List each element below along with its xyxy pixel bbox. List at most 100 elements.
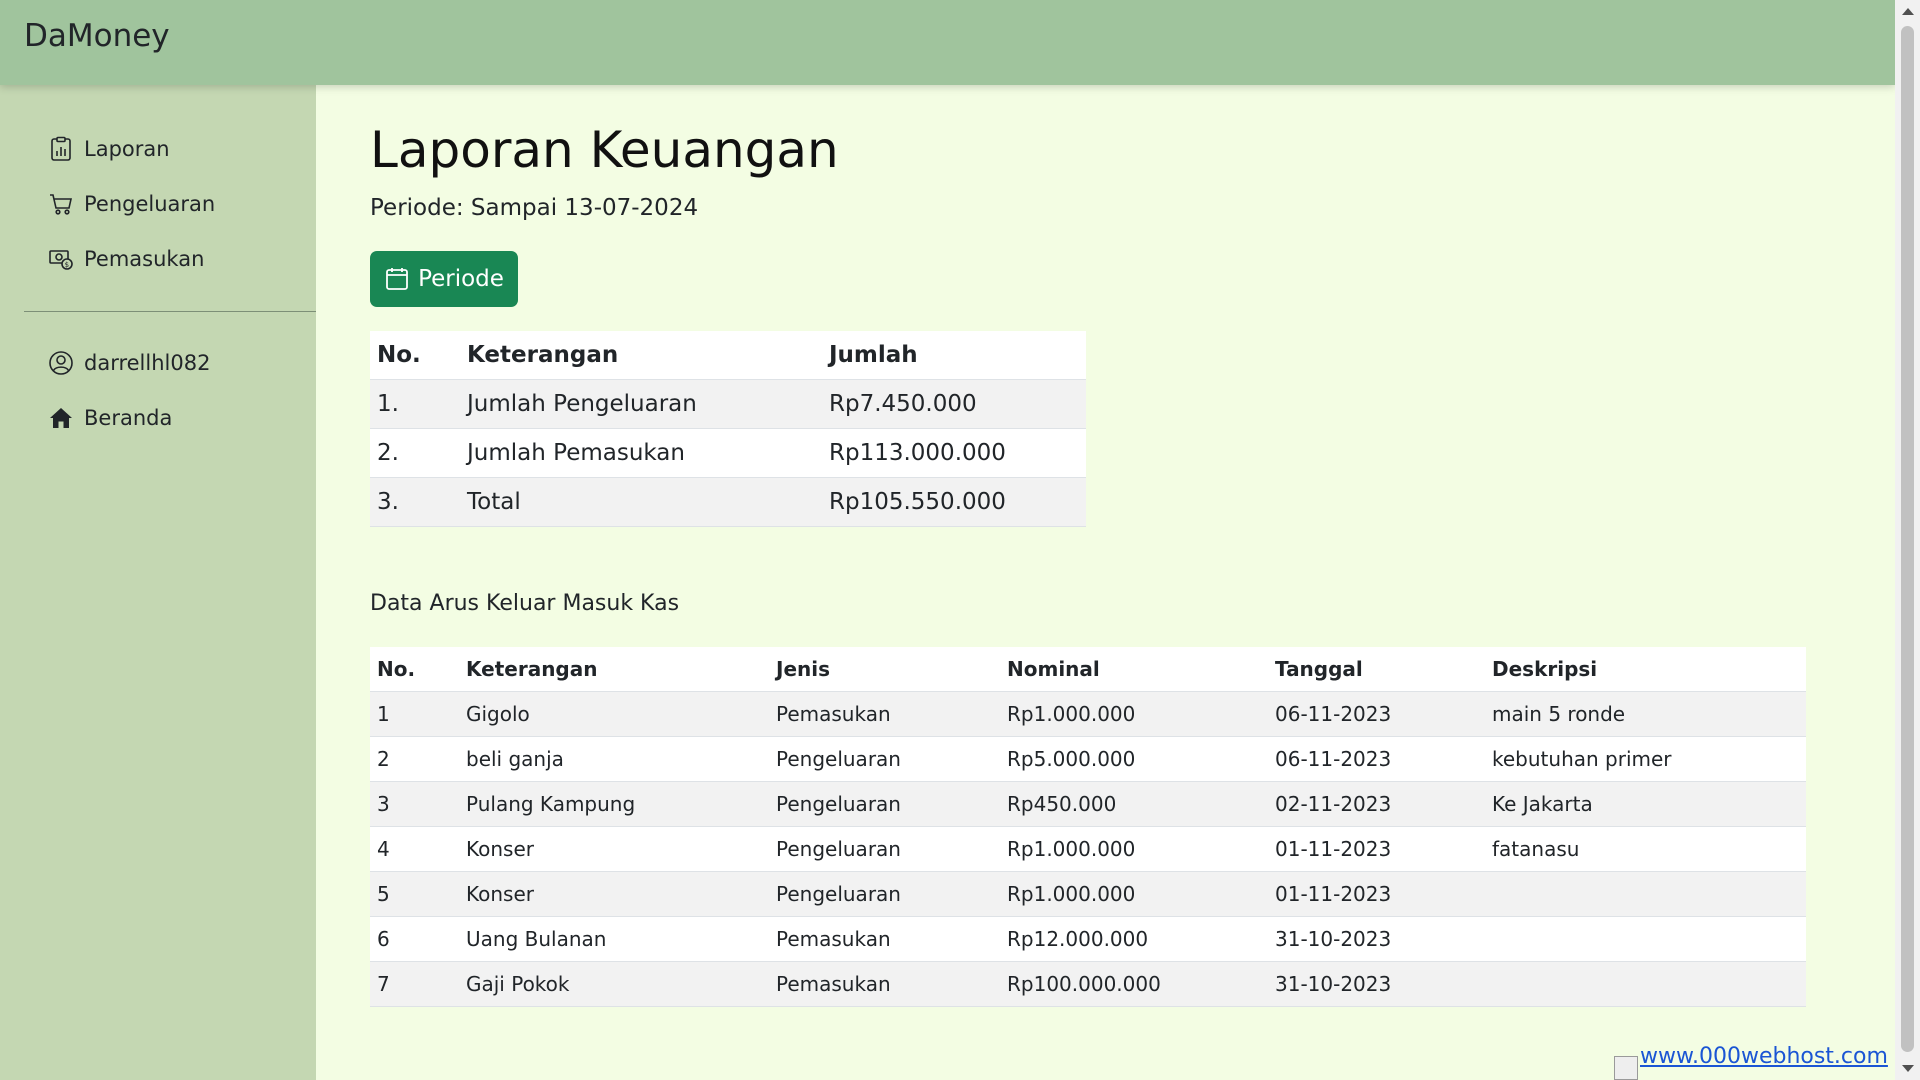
webhost-link-text: www.000webhost.com <box>1640 1044 1888 1069</box>
table-cell: Rp1.000.000 <box>1000 826 1268 872</box>
sidebar-divider <box>24 311 316 312</box>
table-cell: 02-11-2023 <box>1268 781 1485 827</box>
table-row: 1 Gigolo Pemasukan Rp1.000.000 06-11-202… <box>370 691 1806 737</box>
sidebar-item-label: darrellhl082 <box>84 351 211 375</box>
table-cell: Pulang Kampung <box>459 781 769 827</box>
summary-table: No. Keterangan Jumlah 1. Jumlah Pengelua… <box>370 331 1086 527</box>
table-cell: fatanasu <box>1485 826 1806 872</box>
svg-text:$: $ <box>65 261 69 269</box>
user-circle-icon <box>48 350 74 376</box>
table-cell: beli ganja <box>459 736 769 782</box>
table-cell: Pemasukan <box>769 961 1000 1007</box>
table-cell: Rp5.000.000 <box>1000 736 1268 782</box>
table-cell: Pemasukan <box>769 916 1000 962</box>
table-cell: Rp1.000.000 <box>1000 871 1268 917</box>
table-cell: 5 <box>370 871 459 917</box>
webhost-footer-link[interactable]: www.000webhost.com <box>1614 1044 1888 1080</box>
column-header: Jumlah <box>822 331 1086 380</box>
table-cell: 01-11-2023 <box>1268 826 1485 872</box>
table-cell: Rp12.000.000 <box>1000 916 1268 962</box>
column-header: No. <box>370 331 460 380</box>
column-header: Keterangan <box>460 331 822 380</box>
column-header: Jenis <box>769 647 1000 692</box>
table-cell: Gigolo <box>459 691 769 737</box>
periode-button-label: Periode <box>418 266 504 292</box>
scroll-down-arrow-icon[interactable] <box>1902 1065 1914 1072</box>
table-row: 1. Jumlah Pengeluaran Rp7.450.000 <box>370 379 1086 429</box>
table-cell: Rp450.000 <box>1000 781 1268 827</box>
sidebar-item-pemasukan[interactable]: $ Pemasukan <box>48 241 204 277</box>
sidebar-item-label: Beranda <box>84 406 173 430</box>
sidebar-item-pengeluaran[interactable]: Pengeluaran <box>48 186 215 222</box>
table-cell: 2. <box>370 428 460 478</box>
column-header: Deskripsi <box>1485 647 1806 692</box>
calendar-icon <box>384 266 410 292</box>
sidebar-item-user[interactable]: darrellhl082 <box>48 345 210 381</box>
report-chart-icon <box>48 136 74 162</box>
sidebar-item-label: Laporan <box>84 137 170 161</box>
table-cell: Gaji Pokok <box>459 961 769 1007</box>
table-cell: Rp1.000.000 <box>1000 691 1268 737</box>
table-cell: 3. <box>370 477 460 527</box>
table-header-row: No. Keterangan Jumlah <box>370 331 1086 380</box>
table-cell: Jumlah Pemasukan <box>460 428 822 478</box>
table-cell: Jumlah Pengeluaran <box>460 379 822 429</box>
brand-logo-text[interactable]: DaMoney <box>24 18 170 54</box>
table-cell: 6 <box>370 916 459 962</box>
table-cell: Pengeluaran <box>769 736 1000 782</box>
table-cell: 31-10-2023 <box>1268 916 1485 962</box>
column-header: Nominal <box>1000 647 1268 692</box>
sidebar-item-label: Pemasukan <box>84 247 205 271</box>
periode-button[interactable]: Periode <box>370 251 518 307</box>
table-cell: 06-11-2023 <box>1268 691 1485 737</box>
cart-icon <box>48 191 74 217</box>
table-header-row: No. Keterangan Jenis Nominal Tanggal Des… <box>370 647 1806 692</box>
table-cell: 3 <box>370 781 459 827</box>
table-row: 3 Pulang Kampung Pengeluaran Rp450.000 0… <box>370 781 1806 827</box>
table-cell: Pengeluaran <box>769 826 1000 872</box>
table-row: 2 beli ganja Pengeluaran Rp5.000.000 06-… <box>370 736 1806 782</box>
table-cell: Pengeluaran <box>769 871 1000 917</box>
table-cell: Rp113.000.000 <box>822 428 1086 478</box>
table-cell: Pengeluaran <box>769 781 1000 827</box>
table-cell <box>1485 916 1806 962</box>
period-text: Periode: Sampai 13-07-2024 <box>370 195 699 221</box>
table-cell: 1 <box>370 691 459 737</box>
scroll-thumb[interactable] <box>1901 26 1914 1052</box>
house-icon <box>48 405 74 431</box>
table-cell: 4 <box>370 826 459 872</box>
table-cell: Rp100.000.000 <box>1000 961 1268 1007</box>
table-row: 5 Konser Pengeluaran Rp1.000.000 01-11-2… <box>370 871 1806 917</box>
table-cell: 01-11-2023 <box>1268 871 1485 917</box>
vertical-scrollbar[interactable] <box>1895 0 1920 1080</box>
sidebar-item-beranda[interactable]: Beranda <box>48 400 172 436</box>
table-row: 4 Konser Pengeluaran Rp1.000.000 01-11-2… <box>370 826 1806 872</box>
table-cell <box>1485 871 1806 917</box>
table-row: 3. Total Rp105.550.000 <box>370 477 1086 527</box>
table-cell: Total <box>460 477 822 527</box>
table-cell: Pemasukan <box>769 691 1000 737</box>
sidebar: Laporan Pengeluaran $ Pemasukan darrellh… <box>0 85 316 1080</box>
table-cell: 2 <box>370 736 459 782</box>
table-cell: Ke Jakarta <box>1485 781 1806 827</box>
top-navbar: DaMoney <box>0 0 1895 85</box>
table-cell: 06-11-2023 <box>1268 736 1485 782</box>
table-cell: Konser <box>459 826 769 872</box>
table-cell <box>1485 961 1806 1007</box>
sidebar-item-laporan[interactable]: Laporan <box>48 131 170 167</box>
sidebar-item-label: Pengeluaran <box>84 192 216 216</box>
column-header: No. <box>370 647 459 692</box>
table-row: 2. Jumlah Pemasukan Rp113.000.000 <box>370 428 1086 478</box>
column-header: Tanggal <box>1268 647 1485 692</box>
table-row: 7 Gaji Pokok Pemasukan Rp100.000.000 31-… <box>370 961 1806 1007</box>
table-cell: Rp7.450.000 <box>822 379 1086 429</box>
table-cell: 1. <box>370 379 460 429</box>
table-cell: main 5 ronde <box>1485 691 1806 737</box>
table-cell: Konser <box>459 871 769 917</box>
table-row: 6 Uang Bulanan Pemasukan Rp12.000.000 31… <box>370 916 1806 962</box>
table-cell: Uang Bulanan <box>459 916 769 962</box>
column-header: Keterangan <box>459 647 769 692</box>
table-cell: 7 <box>370 961 459 1007</box>
table-cell: 31-10-2023 <box>1268 961 1485 1007</box>
scroll-up-arrow-icon[interactable] <box>1902 8 1914 15</box>
